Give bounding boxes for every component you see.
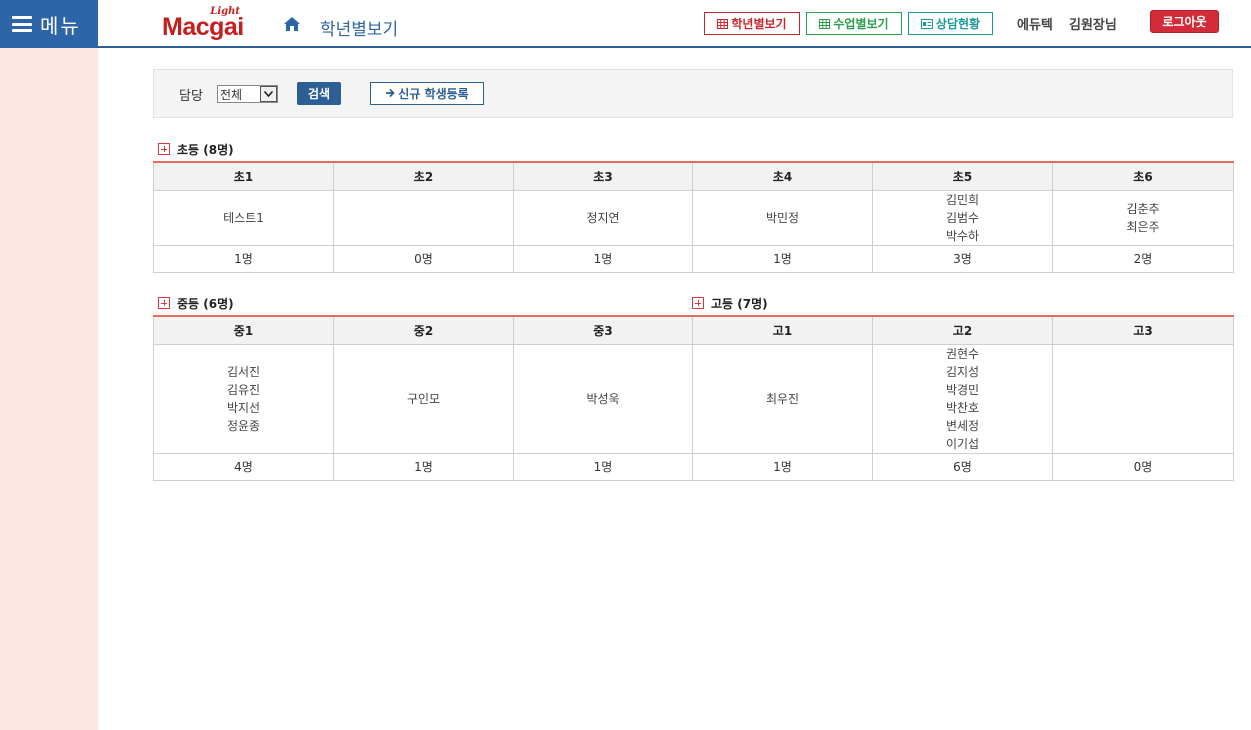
grade-count-cell: 0명: [1052, 452, 1234, 481]
grade-header-cell: 초5: [872, 161, 1053, 191]
grade-header-cell: 초6: [1052, 161, 1234, 191]
grade-count-cell: 0명: [333, 244, 514, 273]
new-student-button[interactable]: 신규 학생등록: [370, 82, 484, 105]
id-card-icon: [920, 18, 933, 29]
consult-status-button[interactable]: 상담현황: [908, 12, 993, 35]
arrow-right-icon: [385, 87, 396, 101]
elementary-section-title: 초등 (8명): [177, 142, 234, 157]
grade-students-cell: 구인모: [333, 343, 514, 454]
student-name[interactable]: 김춘추: [1053, 200, 1233, 218]
grade-students-cell: 테스트1: [153, 189, 334, 246]
middle-section-title: 중등 (6명): [177, 296, 234, 311]
grade-students-cell: 박민정: [692, 189, 873, 246]
student-name[interactable]: 최은주: [1053, 218, 1233, 236]
student-name[interactable]: 박경민: [873, 381, 1052, 399]
grade-header-cell: 중2: [333, 315, 514, 345]
class-view-button[interactable]: 수업별보기: [806, 12, 902, 35]
grade-students-cell: 권현수 김지성 박경민 박찬호 변세정 이기섭: [872, 343, 1053, 454]
elementary-grade-table: 초1 초2 초3 초4 초5 초6 테스트1 정지연 박민정 김민희 김범수 박수하 김춘추 최은주 1…: [153, 161, 1234, 273]
grade-students-cell: 김춘추 최은주: [1052, 189, 1234, 246]
grade-header-cell: 고3: [1052, 315, 1234, 345]
grade-count-cell: 6명: [872, 452, 1053, 481]
grade-students-cell: 김민희 김범수 박수하: [872, 189, 1053, 246]
student-name[interactable]: 변세정: [873, 417, 1052, 435]
student-name[interactable]: 김민희: [873, 191, 1052, 209]
expand-plus-icon: [158, 143, 170, 155]
student-name[interactable]: 박민정: [693, 209, 872, 227]
grade-header-cell: 초3: [513, 161, 693, 191]
grid-icon: [819, 18, 831, 29]
app-root: 메뉴 Light Macgai 학년별보기 학년별보기 수업별보기 상담현황 에…: [0, 0, 1251, 730]
consult-status-label: 상담현황: [935, 17, 981, 31]
grade-students-cell: [333, 189, 514, 246]
grade-students-cell: 박성욱: [513, 343, 693, 454]
student-name[interactable]: 김유진: [154, 381, 333, 399]
grade-header-cell: 고1: [692, 315, 873, 345]
class-view-label: 수업별보기: [833, 17, 889, 31]
manager-filter-label: 담당: [179, 89, 203, 104]
grade-view-label: 학년별보기: [731, 17, 787, 31]
expand-plus-icon: [692, 297, 704, 309]
student-name[interactable]: 박지선: [154, 399, 333, 417]
home-icon[interactable]: [283, 16, 301, 32]
user-name: 김원장님: [1069, 18, 1117, 33]
sidebar-panel: [0, 48, 98, 730]
middle-high-grade-table: 중1 중2 중3 고1 고2 고3 김서진 김유진 박지선 정윤종 구인모 박성욱 최우진 권현수 김지성…: [153, 315, 1234, 481]
logout-button[interactable]: 로그아웃: [1150, 10, 1219, 33]
grade-count-cell: 4명: [153, 452, 334, 481]
manager-select-value: 전체: [220, 87, 243, 102]
top-header: 메뉴 Light Macgai 학년별보기 학년별보기 수업별보기 상담현황 에…: [0, 0, 1251, 48]
student-name[interactable]: 최우진: [693, 390, 872, 408]
grade-view-button[interactable]: 학년별보기: [704, 12, 800, 35]
manager-select[interactable]: 전체: [217, 85, 278, 103]
grade-count-cell: 3명: [872, 244, 1053, 273]
student-name[interactable]: 이기섭: [873, 435, 1052, 453]
new-student-label: 신규 학생등록: [398, 87, 469, 101]
grade-header-cell: 중1: [153, 315, 334, 345]
search-filter-bar: 담당 전체 검색 신규 학생등록: [153, 69, 1233, 118]
high-section-title: 고등 (7명): [711, 296, 768, 311]
high-section-header[interactable]: 고등 (7명): [692, 294, 768, 312]
macgai-logo[interactable]: Light Macgai: [160, 6, 244, 42]
grade-students-cell: [1052, 343, 1234, 454]
grade-header-cell: 초4: [692, 161, 873, 191]
grade-count-cell: 2명: [1052, 244, 1234, 273]
grade-count-cell: 1명: [692, 244, 873, 273]
menu-button[interactable]: 메뉴: [0, 0, 98, 48]
grade-students-cell: 김서진 김유진 박지선 정윤종: [153, 343, 334, 454]
elementary-section-header[interactable]: 초등 (8명): [158, 140, 234, 158]
student-name[interactable]: 정윤종: [154, 417, 333, 435]
grid-icon: [717, 18, 729, 29]
grade-count-cell: 1명: [153, 244, 334, 273]
grade-header-cell: 초2: [333, 161, 514, 191]
logo-main-text: Macgai: [162, 13, 244, 41]
grade-count-cell: 1명: [333, 452, 514, 481]
user-organization: 에듀텍: [1017, 18, 1053, 33]
student-name[interactable]: 김지성: [873, 363, 1052, 381]
expand-plus-icon: [158, 297, 170, 309]
middle-section-header[interactable]: 중등 (6명): [158, 294, 234, 312]
grade-count-cell: 1명: [513, 452, 693, 481]
grade-count-cell: 1명: [692, 452, 873, 481]
student-name[interactable]: 박찬호: [873, 399, 1052, 417]
student-name[interactable]: 테스트1: [154, 209, 333, 227]
hamburger-icon: [12, 16, 32, 32]
student-name[interactable]: 박수하: [873, 227, 1052, 245]
grade-students-cell: 최우진: [692, 343, 873, 454]
student-name[interactable]: 박성욱: [514, 390, 692, 408]
grade-header-cell: 초1: [153, 161, 334, 191]
student-name[interactable]: 김서진: [154, 363, 333, 381]
student-name[interactable]: 권현수: [873, 345, 1052, 363]
search-button[interactable]: 검색: [297, 82, 341, 105]
student-name[interactable]: 구인모: [334, 390, 513, 408]
grade-header-cell: 중3: [513, 315, 693, 345]
chevron-down-icon: [260, 86, 277, 102]
menu-label: 메뉴: [40, 13, 81, 38]
grade-students-cell: 정지연: [513, 189, 693, 246]
page-title: 학년별보기: [320, 20, 399, 40]
grade-count-cell: 1명: [513, 244, 693, 273]
student-name[interactable]: 정지연: [514, 209, 692, 227]
grade-header-cell: 고2: [872, 315, 1053, 345]
student-name[interactable]: 김범수: [873, 209, 1052, 227]
